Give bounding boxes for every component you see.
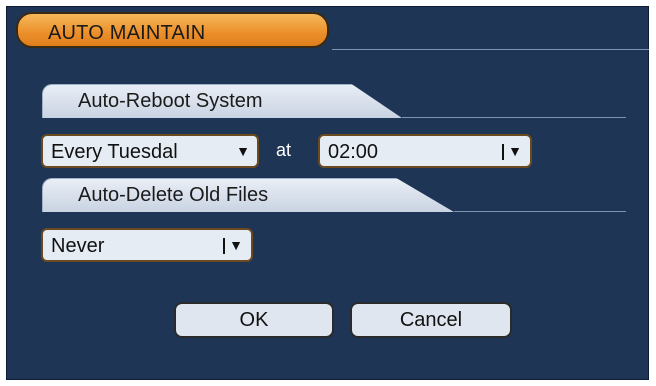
auto-reboot-section-divider xyxy=(402,117,626,118)
chevron-down-icon: ▼ xyxy=(508,143,522,159)
ok-button[interactable]: OK xyxy=(174,302,334,338)
reboot-time-value: 02:00 xyxy=(328,141,379,163)
cancel-button[interactable]: Cancel xyxy=(350,302,512,338)
reboot-time-select[interactable]: 02:00 ▼ xyxy=(318,134,532,168)
auto-delete-section-divider xyxy=(454,211,626,212)
reboot-day-value: Every Tuesdal xyxy=(51,141,178,163)
dialog-title-tab: AUTO MAINTAIN xyxy=(16,12,329,48)
chevron-down-icon: ▼ xyxy=(236,143,250,159)
dialog-title: AUTO MAINTAIN xyxy=(48,22,206,44)
auto-delete-section-label: Auto-Delete Old Files xyxy=(78,184,269,206)
auto-delete-value: Never xyxy=(51,235,105,257)
auto-reboot-section-label: Auto-Reboot System xyxy=(78,90,263,112)
caret-separator xyxy=(223,238,225,254)
reboot-day-select[interactable]: Every Tuesdal ▼ xyxy=(41,134,259,168)
title-divider xyxy=(332,49,649,50)
chevron-down-icon: ▼ xyxy=(229,237,243,253)
auto-delete-select[interactable]: Never ▼ xyxy=(41,228,253,262)
caret-separator xyxy=(502,144,504,160)
at-label: at xyxy=(276,140,292,160)
dialog-panel: AUTO MAINTAIN Auto-Reboot System Every T… xyxy=(6,6,649,380)
auto-maintain-dialog: AUTO MAINTAIN Auto-Reboot System Every T… xyxy=(0,0,656,386)
